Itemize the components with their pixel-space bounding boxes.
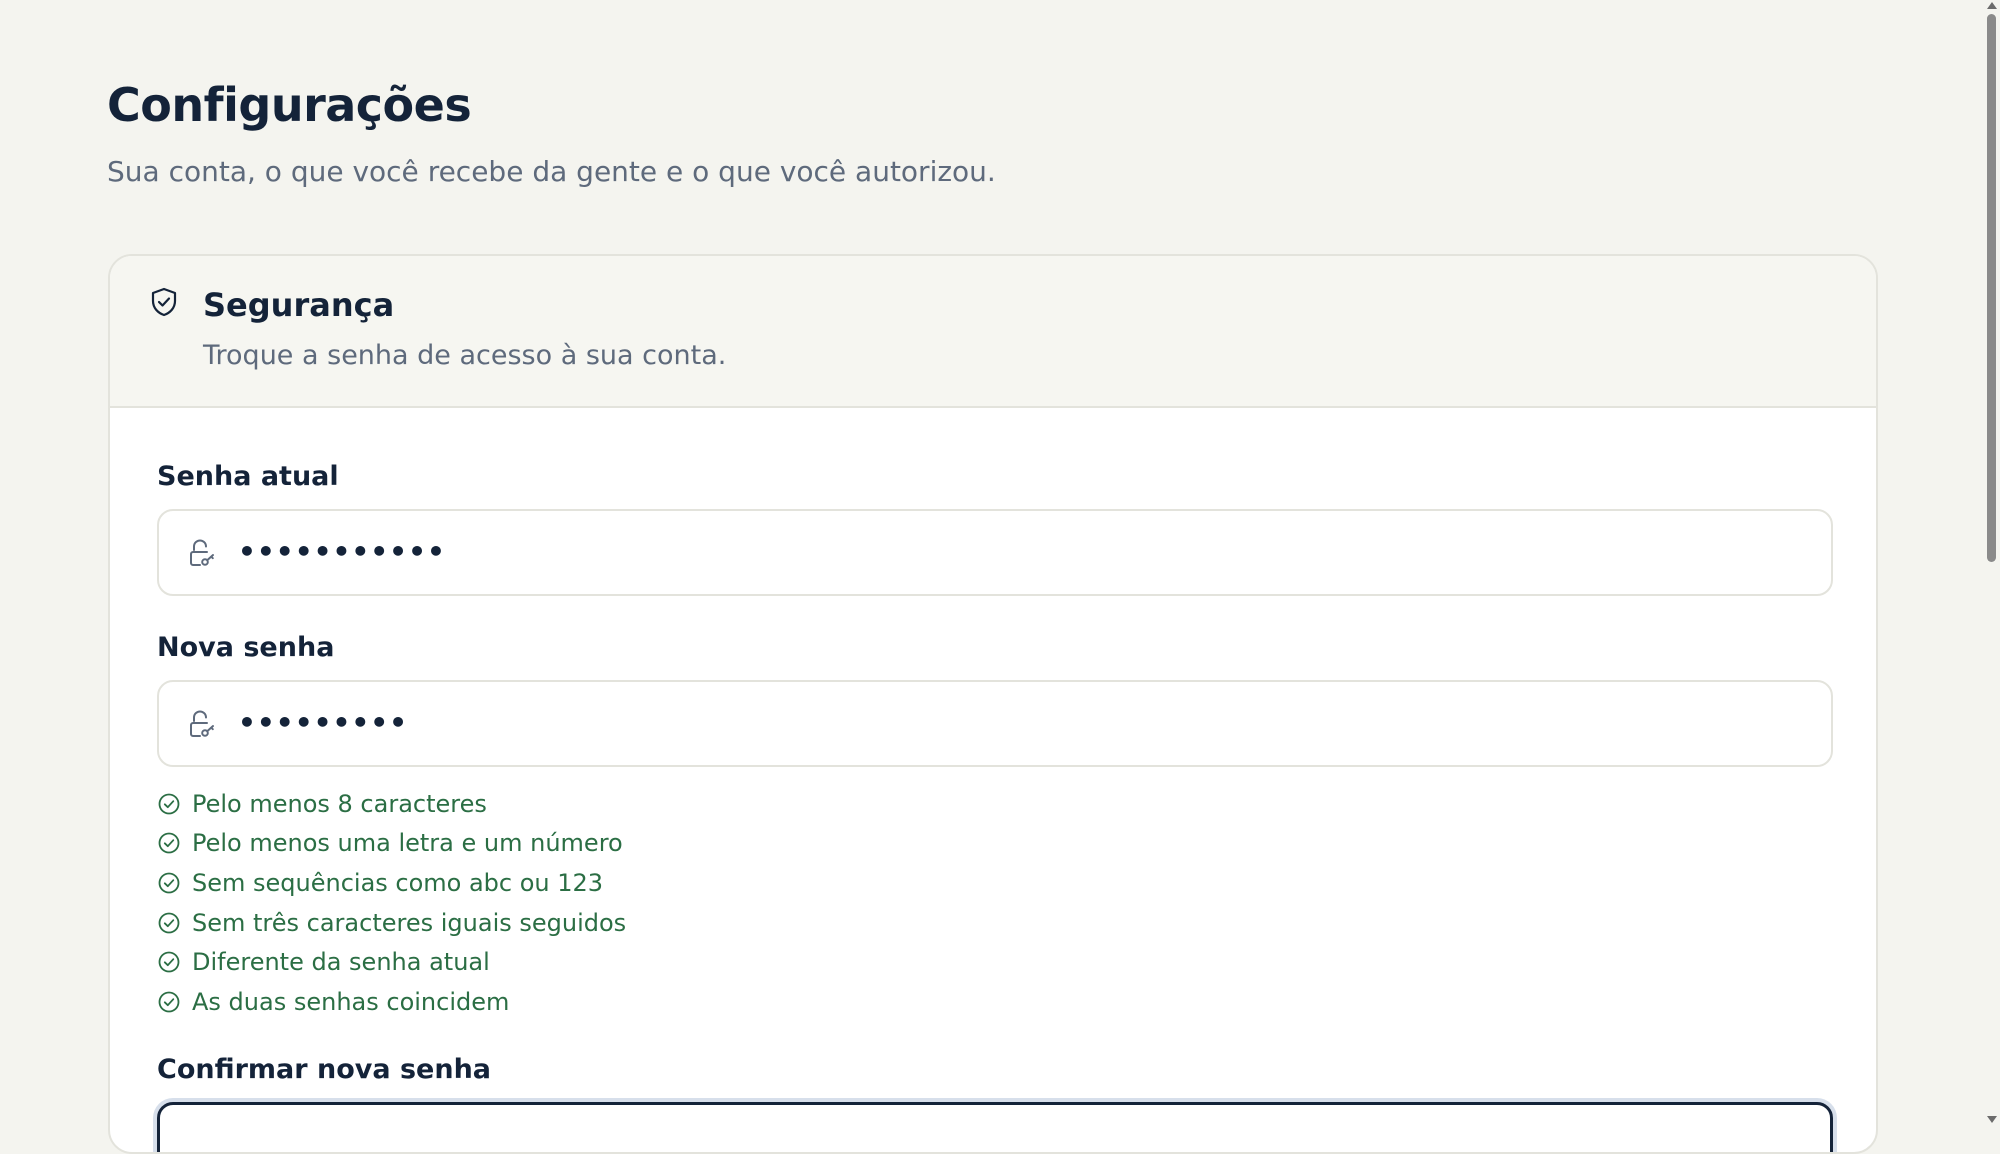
new-password-label: Nova senha — [157, 632, 335, 663]
check-circle-icon — [158, 991, 180, 1013]
password-rule-text: Pelo menos uma letra e um número — [192, 829, 623, 858]
security-title: Segurança — [203, 286, 395, 324]
page-scrollbar[interactable] — [1984, 0, 2000, 1125]
password-rule-text: Pelo menos 8 caracteres — [192, 789, 487, 818]
scrollbar-thumb[interactable] — [1987, 14, 1996, 562]
confirm-password-input[interactable] — [157, 1102, 1833, 1152]
current-password-label: Senha atual — [157, 461, 339, 492]
password-rules-list: Pelo menos 8 caracteres Pelo menos uma l… — [157, 784, 626, 1022]
settings-page: Configurações Sua conta, o que você rece… — [107, 0, 1881, 1154]
new-password-value: ••••••••• — [238, 706, 409, 739]
scroll-up-arrow-icon[interactable] — [1987, 2, 1997, 9]
password-rule: Sem três caracteres iguais seguidos — [157, 903, 626, 943]
security-card-header: Segurança Troque a senha de acesso à sua… — [110, 256, 1876, 408]
lock-key-icon — [185, 708, 217, 740]
current-password-input[interactable]: ••••••••••• — [157, 509, 1833, 596]
password-rule-text: Sem três caracteres iguais seguidos — [192, 908, 627, 937]
password-rule-text: Sem sequências como abc ou 123 — [192, 868, 604, 897]
current-password-value: ••••••••••• — [238, 535, 446, 568]
check-circle-icon — [158, 912, 180, 933]
check-circle-icon — [158, 832, 180, 854]
password-rule-text: As duas senhas coincidem — [192, 987, 510, 1016]
check-circle-icon — [158, 793, 180, 815]
confirm-password-label: Confirmar nova senha — [157, 1054, 492, 1085]
password-rule: As duas senhas coincidem — [157, 982, 626, 1022]
page-subtitle: Sua conta, o que você recebe da gente e … — [107, 155, 996, 188]
check-circle-icon — [158, 951, 180, 973]
page-title: Configurações — [107, 78, 472, 132]
security-card: Segurança Troque a senha de acesso à sua… — [108, 254, 1878, 1154]
security-description: Troque a senha de acesso à sua conta. — [203, 340, 727, 371]
password-rule: Pelo menos 8 caracteres — [157, 784, 626, 824]
shield-check-icon — [148, 286, 180, 318]
new-password-input[interactable]: ••••••••• — [157, 680, 1833, 767]
password-rule: Pelo menos uma letra e um número — [157, 824, 626, 864]
password-rule-text: Diferente da senha atual — [192, 948, 490, 977]
scroll-down-arrow-icon[interactable] — [1987, 1116, 1997, 1123]
password-rule: Diferente da senha atual — [157, 942, 626, 982]
check-circle-icon — [158, 872, 180, 894]
lock-key-icon — [185, 537, 217, 569]
password-rule: Sem sequências como abc ou 123 — [157, 863, 626, 903]
